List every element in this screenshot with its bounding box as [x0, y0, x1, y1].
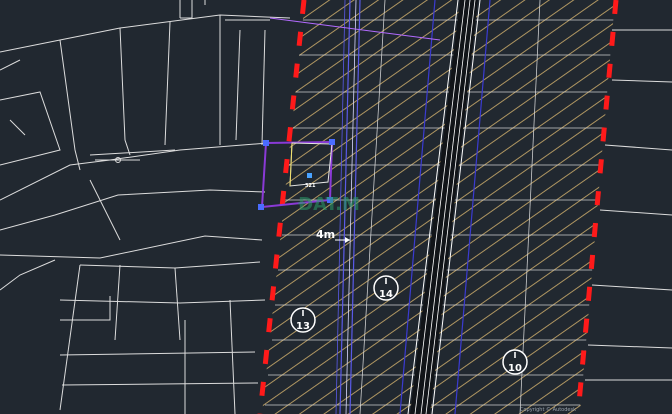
zone-label-10: I 10: [502, 349, 528, 375]
svg-text:14: 14: [379, 289, 393, 300]
watermark-logo: ĐAT.M: [298, 194, 360, 215]
grip-handle[interactable]: [307, 173, 312, 178]
svg-text:13: 13: [296, 321, 310, 332]
status-text: Copyright © Autodesk: [520, 406, 576, 413]
cad-viewport[interactable]: 321 ĐAT.M 4m I 14 I 13 I 10 Copyright © …: [0, 0, 672, 414]
survey-point: [95, 157, 140, 163]
cad-drawing-canvas[interactable]: 321 ĐAT.M 4m I 14 I 13 I 10 Copyright © …: [0, 0, 672, 414]
parcel-number-label: 321: [305, 183, 316, 189]
grip-handle[interactable]: [329, 139, 335, 145]
svg-text:I: I: [302, 309, 305, 318]
grip-handle[interactable]: [263, 140, 269, 146]
zone-label-14: I 14: [373, 275, 399, 301]
zone-label-13: I 13: [290, 307, 316, 333]
svg-text:I: I: [385, 277, 388, 286]
svg-text:I: I: [514, 351, 517, 360]
dimension-label: 4m: [316, 228, 335, 241]
svg-text:10: 10: [508, 363, 522, 374]
grip-handle[interactable]: [258, 204, 264, 210]
